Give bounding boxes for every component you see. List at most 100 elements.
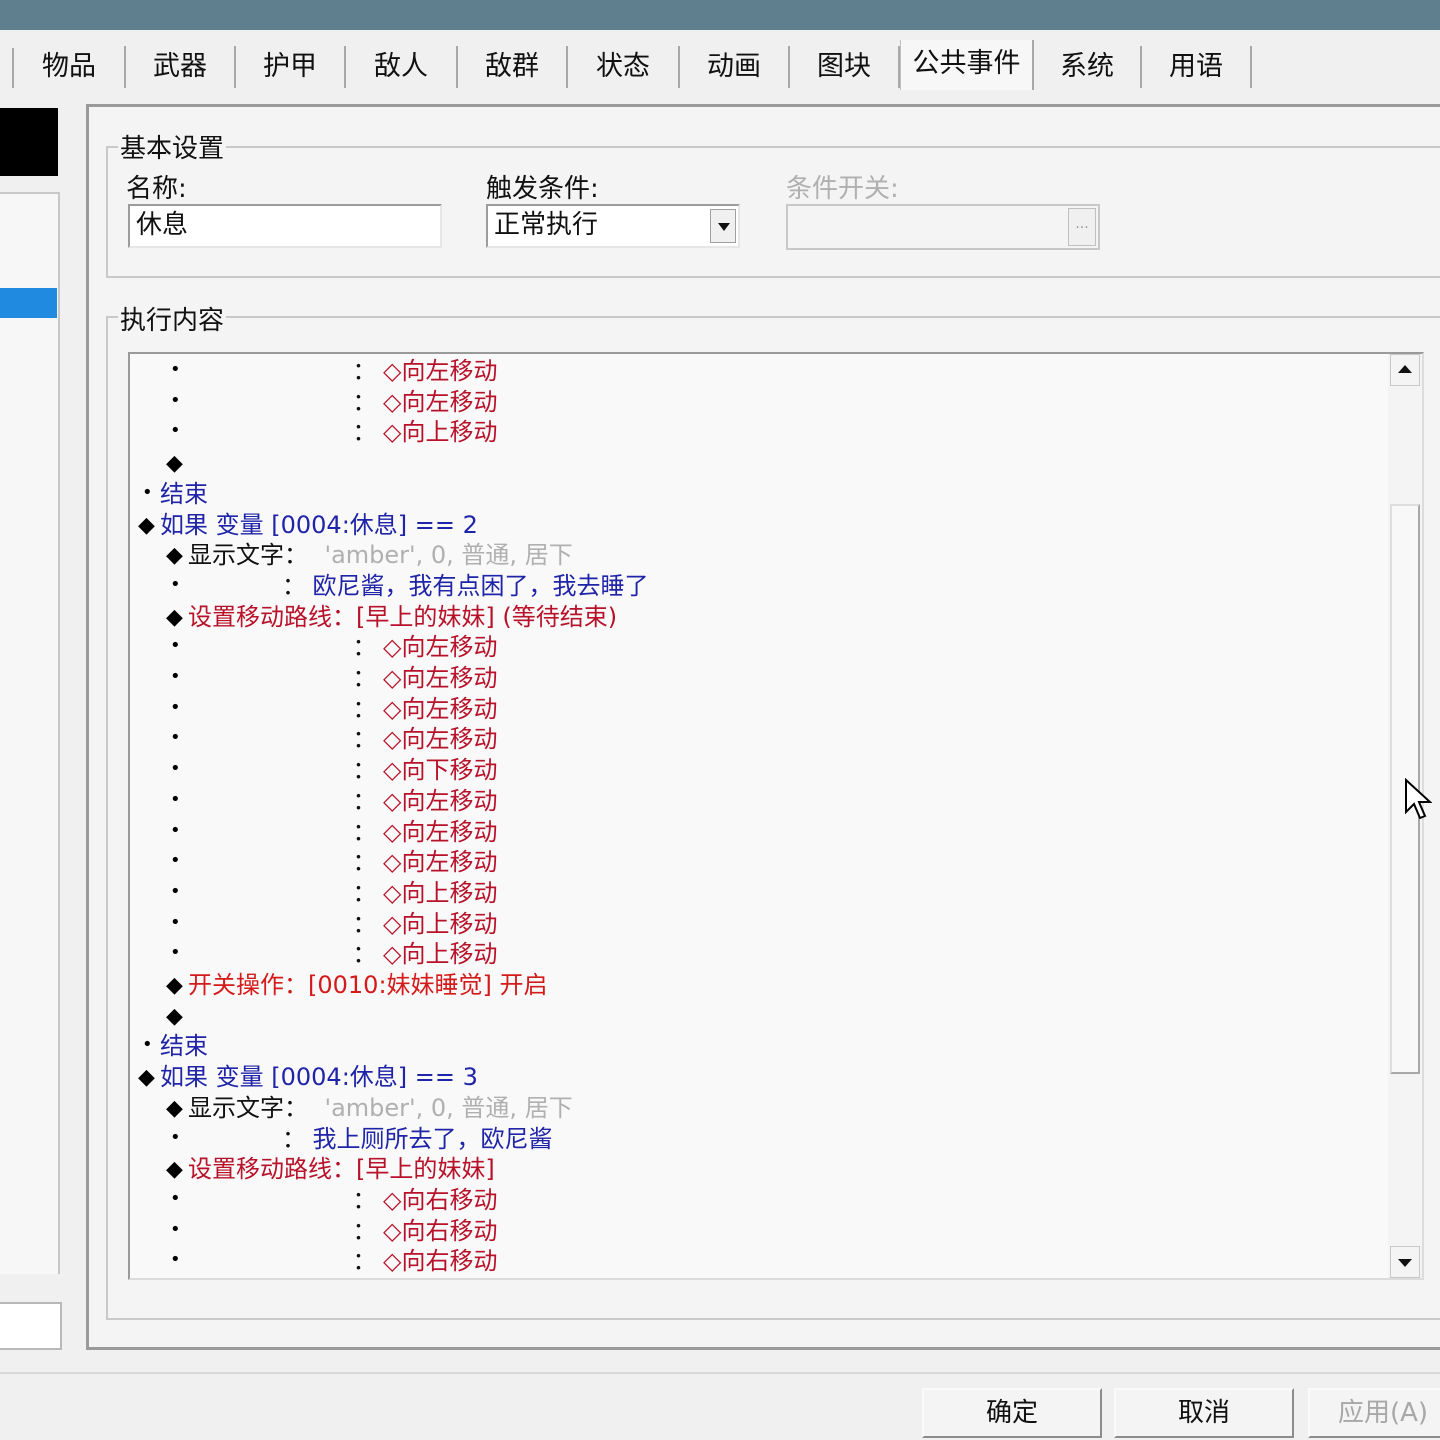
command-text: 开关操作：[0010:妹妹睡觉] 开启 [188,971,548,999]
diamond-marker: ◆ [166,973,183,998]
command-line[interactable]: • ： ◇向左移动 [130,724,1380,755]
trigger-label: 触发条件: [486,174,599,204]
tab-0[interactable]: 物品 [14,46,126,88]
command-line[interactable]: ◆ 显示文字： 'amber', 0, 普通, 居下 [130,1093,1380,1124]
command-line[interactable]: • ： ◇向右移动 [130,1216,1380,1247]
command-line[interactable]: • ： ◇向右移动 [130,1246,1380,1277]
command-text: ： [352,909,377,938]
command-line[interactable]: • ： ◇向左移动 [130,817,1380,848]
tab-6[interactable]: 动画 [680,46,790,88]
diamond-marker: ◆ [166,451,183,477]
ok-button[interactable]: 确定 [922,1388,1102,1438]
window-titlebar [0,0,1440,30]
command-line[interactable]: • ： ◇向上移动 [130,909,1380,940]
command-line[interactable]: • ： ◇向上移动 [130,417,1380,448]
command-line[interactable]: ◆ [130,448,1380,479]
command-line[interactable]: • ：欧尼酱，我有点困了，我去睡了 [130,571,1380,602]
bottom-separator [0,1372,1440,1374]
cancel-button[interactable]: 取消 [1114,1388,1294,1438]
command-line[interactable]: • ： ◇向下移动 [130,755,1380,786]
scroll-down-arrow-icon[interactable] [1390,1246,1420,1278]
tab-9[interactable]: 系统 [1034,46,1142,88]
diamond-marker: ◆ [166,1157,183,1183]
command-text: 设置移动路线：[早上的妹妹] (等待结束) [188,602,618,631]
event-list-selected-item[interactable] [0,288,57,318]
bullet-marker: • [142,481,153,503]
command-text: 显示文字： [188,1093,308,1122]
command-text: ◇向上移动 [383,878,498,907]
command-line[interactable]: • 结束 [130,1031,1380,1062]
command-text: ： [352,418,377,447]
command-text: ◇向上移动 [383,940,498,969]
trigger-select[interactable]: 正常执行 [486,204,740,248]
command-text: 我上厕所去了，欧尼酱 [312,1124,553,1153]
command-text: ： [352,786,377,815]
command-line[interactable]: ◆ 显示文字： 'amber', 0, 普通, 居下 [130,540,1380,571]
tab-8[interactable]: 公共事件 [900,40,1034,90]
bullet-marker: • [170,696,181,718]
command-text: ◇向下移动 [383,756,498,785]
command-line[interactable]: ◆ [130,1001,1380,1032]
command-line[interactable]: • ： ◇向上移动 [130,878,1380,909]
command-text: ： [352,756,377,785]
name-input[interactable]: 休息 [128,204,442,248]
tab-5[interactable]: 状态 [568,46,680,88]
command-text: ◇向左移动 [383,848,498,877]
trigger-select-value: 正常执行 [494,210,599,240]
command-line[interactable]: • ： ◇向左移动 [130,786,1380,817]
command-line[interactable]: • ： ◇向上移动 [130,939,1380,970]
command-text: ◇向上移动 [383,418,498,447]
command-line[interactable]: • ： ◇向左移动 [130,847,1380,878]
tab-1[interactable]: 武器 [126,46,236,88]
command-text: ： [352,725,377,754]
tab-7[interactable]: 图块 [790,46,900,88]
command-line[interactable]: • ：我上厕所去了，欧尼酱 [130,1124,1380,1155]
condition-switch-label: 条件开关: [786,174,899,204]
bullet-marker: • [170,1249,181,1271]
bullet-marker: • [170,420,181,442]
command-text: 如果 变量 [0004:休息] == 2 [160,510,478,539]
bullet-marker: • [170,911,181,933]
command-text: ： [352,633,377,662]
command-line[interactable]: ◆ 如果 变量 [0004:休息] == 2 [130,510,1380,541]
event-list[interactable] [0,192,60,1274]
condition-switch-field: ... [786,204,1100,250]
command-line[interactable]: ◆ 如果 变量 [0004:休息] == 3 [130,1062,1380,1093]
command-list[interactable]: •： ◇向左移动 •： ◇向左移动 •： ◇向上移动 ◆ • 结束 ◆ 如果 变量 [0004:休息… [128,352,1424,1280]
max-count-field[interactable] [0,1302,62,1350]
command-text: ： [282,571,306,600]
command-line[interactable]: • 结束 [130,479,1380,510]
bullet-marker: • [170,788,181,810]
command-text: 'amber', 0, 普通, 居下 [324,541,573,570]
command-line[interactable]: • ： ◇向左移动 [130,632,1380,663]
ellipsis-button: ... [1068,208,1096,246]
bullet-marker: • [170,942,181,964]
command-text: 结束 [160,479,208,508]
command-line[interactable]: ◆ 设置移动路线：[早上的妹妹] [130,1154,1380,1185]
name-label: 名称: [126,174,187,204]
command-line[interactable]: • ： ◇向左移动 [130,356,1380,387]
command-text: 'amber', 0, 普通, 居下 [324,1093,573,1122]
tab-3[interactable]: 敌人 [346,46,458,88]
bullet-marker: • [170,389,181,411]
command-text: ◇向左移动 [383,357,498,385]
apply-button[interactable]: 应用(A) [1308,1388,1440,1438]
command-line[interactable]: ◆ 设置移动路线：[早上的妹妹] (等待结束) [130,602,1380,633]
command-line[interactable]: • ： ◇向左移动 [130,387,1380,418]
tab-4[interactable]: 敌群 [458,46,568,88]
command-line[interactable]: • ： ◇向左移动 [130,694,1380,725]
command-text: 欧尼酱，我有点困了，我去睡了 [312,571,649,600]
bullet-marker: • [170,850,181,872]
command-line[interactable]: ◆ 开关操作：[0010:妹妹睡觉] 开启 [130,970,1380,1001]
command-line[interactable]: • ： ◇向左移动 [130,663,1380,694]
command-text: ◇向左移动 [383,633,498,662]
command-text: ： [352,940,377,969]
scroll-up-arrow-icon[interactable] [1390,354,1420,386]
tab-10[interactable]: 用语 [1142,46,1252,88]
diamond-marker: ◆ [166,1095,183,1121]
diamond-marker: ◆ [166,604,183,630]
bullet-marker: • [170,359,181,380]
chevron-down-icon[interactable] [710,209,736,243]
command-line[interactable]: • ： ◇向右移动 [130,1185,1380,1216]
tab-2[interactable]: 护甲 [236,46,346,88]
